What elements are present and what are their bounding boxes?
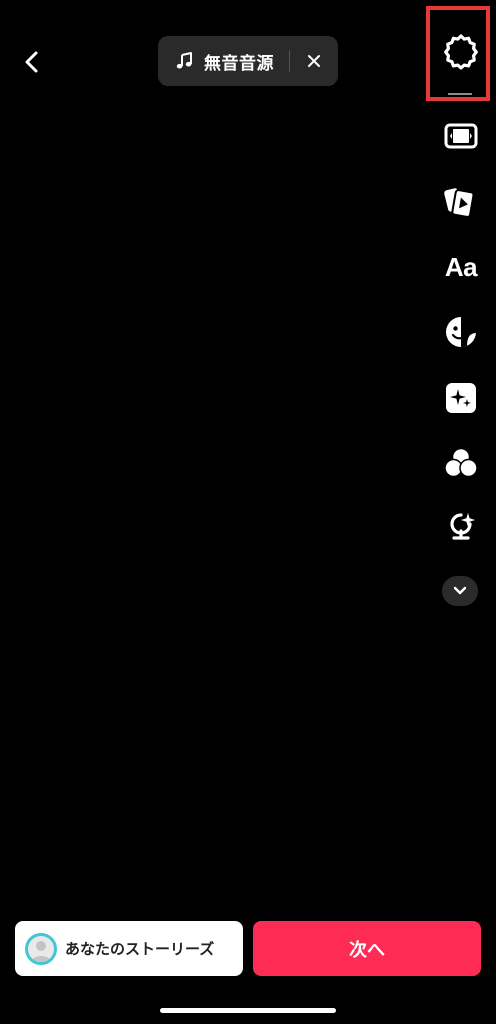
filters-icon [444,447,478,478]
effects-button[interactable] [430,374,492,422]
settings-highlight-box [426,6,490,101]
remove-sound-button[interactable] [302,49,326,73]
text-icon: Aa [444,251,478,282]
music-note-icon [174,50,196,72]
chevron-down-icon [453,586,467,595]
sticker-icon [446,317,477,348]
avatar [25,932,57,965]
voice-effects-button[interactable] [430,506,492,554]
your-story-button[interactable]: あなたのストーリーズ [15,921,243,976]
templates-button[interactable] [430,178,492,226]
sound-divider [289,50,290,72]
next-button[interactable]: 次へ [253,921,481,976]
mic-sparkle-icon [450,513,475,540]
chevron-left-icon [25,51,38,73]
flip-button[interactable] [430,112,492,160]
sparkle-icon [446,383,476,413]
your-story-label: あなたのストーリーズ [65,940,215,958]
back-button[interactable] [14,44,50,80]
default-avatar-icon [31,940,51,962]
sound-selector[interactable]: 無音音源 [158,36,338,86]
next-label: 次へ [349,939,385,961]
filters-button[interactable] [430,439,492,487]
settings-selected-indicator [448,93,472,95]
home-indicator[interactable] [160,1008,336,1013]
cards-icon [444,188,475,218]
stickers-button[interactable] [430,308,492,356]
text-button[interactable]: Aa [430,243,492,291]
flip-icon [444,123,478,149]
more-tools-button[interactable] [442,576,478,606]
sound-title: 無音音源 [204,53,274,74]
close-icon [308,55,320,67]
